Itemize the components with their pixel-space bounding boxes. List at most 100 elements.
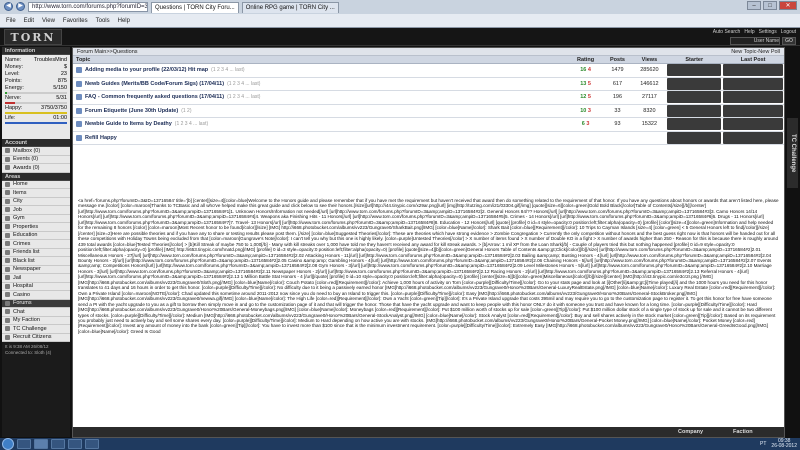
topic-row[interactable]: Forum Etiquette (June 30th Update) (1 2)… <box>73 104 784 118</box>
sidebar-item-friends[interactable]: Friends list <box>2 248 70 257</box>
back-button[interactable]: ◀ <box>4 2 13 11</box>
rating-down[interactable]: 4 <box>588 67 591 73</box>
company-tab[interactable]: Company <box>674 427 729 437</box>
starter-cell[interactable] <box>667 131 722 144</box>
sidebar-item-gym[interactable]: Gym <box>2 214 70 223</box>
rating-up[interactable]: 13 <box>580 81 586 87</box>
sidebar-item-properties[interactable]: Properties <box>2 223 70 232</box>
new-topic-poll-links[interactable]: New Topic-New Poll <box>731 48 780 55</box>
tab-questions[interactable]: Questions | TORN City Foru... <box>151 2 239 13</box>
rating-up[interactable]: 16 <box>580 67 586 73</box>
auto-search-link[interactable]: Auto Search <box>713 29 741 35</box>
sidebar-item-awards[interactable]: Awards (0) <box>2 164 70 173</box>
clock[interactable]: 09:38 26-08-2012 <box>771 439 797 449</box>
topic-pages[interactable]: (1 2 3 4 ... last) <box>175 121 208 127</box>
help-link[interactable]: Help <box>744 29 754 35</box>
sidebar-item-faction[interactable]: My Faction <box>2 316 70 325</box>
rating-down[interactable]: 5 <box>588 94 591 100</box>
taskbar-app-firefox[interactable] <box>68 439 82 449</box>
sidebar-item-home[interactable]: Home <box>2 180 70 189</box>
sidebar-item-job[interactable]: Job <box>2 206 70 215</box>
topic-title[interactable]: Forum Etiquette (June 30th Update) <box>85 108 178 114</box>
taskbar-app-explorer[interactable] <box>17 439 31 449</box>
sidebar-item-chat[interactable]: Chat <box>2 308 70 317</box>
sidebar-item-hospital[interactable]: Hospital <box>2 282 70 291</box>
topic-pages[interactable]: (1 2 3 4 ... last) <box>227 94 260 100</box>
sidebar-item-events[interactable]: Events (0) <box>2 155 70 164</box>
menu-edit[interactable]: Edit <box>24 18 34 24</box>
last-post-cell[interactable] <box>723 77 784 90</box>
last-post-cell[interactable] <box>723 91 784 104</box>
topic-title[interactable]: Refill Happy <box>85 135 117 141</box>
address-bar[interactable]: http://www.torn.com/forums.php?forumID=3 <box>28 1 148 12</box>
menu-file[interactable]: File <box>6 18 16 24</box>
sidebar-item-city[interactable]: City <box>2 197 70 206</box>
sidebar-item-crimes[interactable]: Crimes <box>2 240 70 249</box>
blacklist-icon <box>5 258 10 264</box>
topic-title[interactable]: Newb Guides (Merits/BB Code/Forum Sigs) … <box>85 81 224 87</box>
rating-down[interactable]: 3 <box>586 121 589 127</box>
rating-up[interactable]: 10 <box>580 108 586 114</box>
go-button[interactable]: GO <box>782 37 796 45</box>
sidebar-item-blacklist[interactable]: Black list <box>2 257 70 266</box>
last-post-cell[interactable] <box>723 131 784 144</box>
last-post-cell[interactable] <box>723 64 784 77</box>
starter-cell[interactable] <box>667 91 722 104</box>
tab-online-rpg[interactable]: Online RPG game | TORN City ... <box>241 2 339 13</box>
sidebar-item-mailbox[interactable]: Mailbox (0) <box>2 147 70 156</box>
language-indicator[interactable]: PT <box>760 441 766 447</box>
topic-row[interactable]: Newbie Guide to Items by Deathy (1 2 3 4… <box>73 118 784 132</box>
breadcrumb[interactable]: Forum Main>>Questions <box>77 48 138 55</box>
menu-favorites[interactable]: Favorites <box>63 18 88 24</box>
rating-up[interactable]: 12 <box>580 94 586 100</box>
sidebar-item-tc-challenge[interactable]: TC Challenge <box>2 325 70 334</box>
menu-help[interactable]: Help <box>118 18 130 24</box>
topic-row[interactable]: Refill Happy <box>73 131 784 145</box>
sidebar-item-forums[interactable]: Forums <box>2 299 70 308</box>
browser-menu: File Edit View Favorites Tools Help <box>0 14 800 27</box>
taskbar-app-media[interactable] <box>51 439 65 449</box>
close-button[interactable]: ✕ <box>779 1 797 10</box>
last-post-cell[interactable] <box>723 104 784 117</box>
education-icon <box>5 232 10 238</box>
stat-energy: Energy: 5/150 <box>5 85 67 92</box>
starter-cell[interactable] <box>667 118 722 131</box>
sidebar-item-jail[interactable]: Jail <box>2 274 70 283</box>
menu-view[interactable]: View <box>42 18 55 24</box>
topic-pages[interactable]: (1 2) <box>181 108 191 114</box>
faction-tab[interactable]: Faction <box>729 427 784 437</box>
user-name-input[interactable]: User Name <box>730 37 780 45</box>
sidebar-item-casino[interactable]: Casino <box>2 291 70 300</box>
sidebar-item-newspaper[interactable]: Newspaper <box>2 265 70 274</box>
logout-link[interactable]: Logout <box>781 29 796 35</box>
taskbar-app-skype[interactable] <box>85 439 99 449</box>
topic-title[interactable]: Newbie Guide to Items by Deathy <box>85 121 172 127</box>
settings-link[interactable]: Settings <box>759 29 777 35</box>
last-post-cell[interactable] <box>723 118 784 131</box>
taskbar-app-ie[interactable] <box>34 439 48 449</box>
starter-cell[interactable] <box>667 77 722 90</box>
sidebar-item-items[interactable]: Items <box>2 189 70 198</box>
start-button[interactable] <box>2 438 14 450</box>
stat-value[interactable]: TroublesMind <box>34 57 67 64</box>
rating-down[interactable]: 3 <box>588 108 591 114</box>
rating-down[interactable]: 5 <box>588 81 591 87</box>
sidebar-item-recruit[interactable]: Recruit Citizens <box>2 333 70 342</box>
topic-row[interactable]: Newb Guides (Merits/BB Code/Forum Sigs) … <box>73 77 784 91</box>
topic-pages[interactable]: (1 2 3 4 ... last) <box>227 81 260 87</box>
topic-pages[interactable]: (1 2 3 4 ... last) <box>211 67 244 73</box>
tc-challenge-side-tab[interactable]: TC Challenge <box>787 118 798 188</box>
torn-logo[interactable]: TORN <box>4 29 62 45</box>
sidebar-item-education[interactable]: Education <box>2 231 70 240</box>
topic-row[interactable]: FAQ - Common frequently asked questions … <box>73 91 784 105</box>
topic-row[interactable]: Adding media to your profile (22/03/12) … <box>73 64 784 78</box>
forward-button[interactable]: ▶ <box>16 2 25 11</box>
starter-cell[interactable] <box>667 64 722 77</box>
topic-title[interactable]: Adding media to your profile (22/03/12) … <box>85 67 208 73</box>
topic-title[interactable]: FAQ - Common frequently asked questions … <box>85 94 224 100</box>
rating-up[interactable]: 6 <box>582 121 585 127</box>
minimize-button[interactable]: – <box>747 1 761 10</box>
starter-cell[interactable] <box>667 104 722 117</box>
menu-tools[interactable]: Tools <box>96 18 110 24</box>
maximize-button[interactable]: □ <box>763 1 777 10</box>
